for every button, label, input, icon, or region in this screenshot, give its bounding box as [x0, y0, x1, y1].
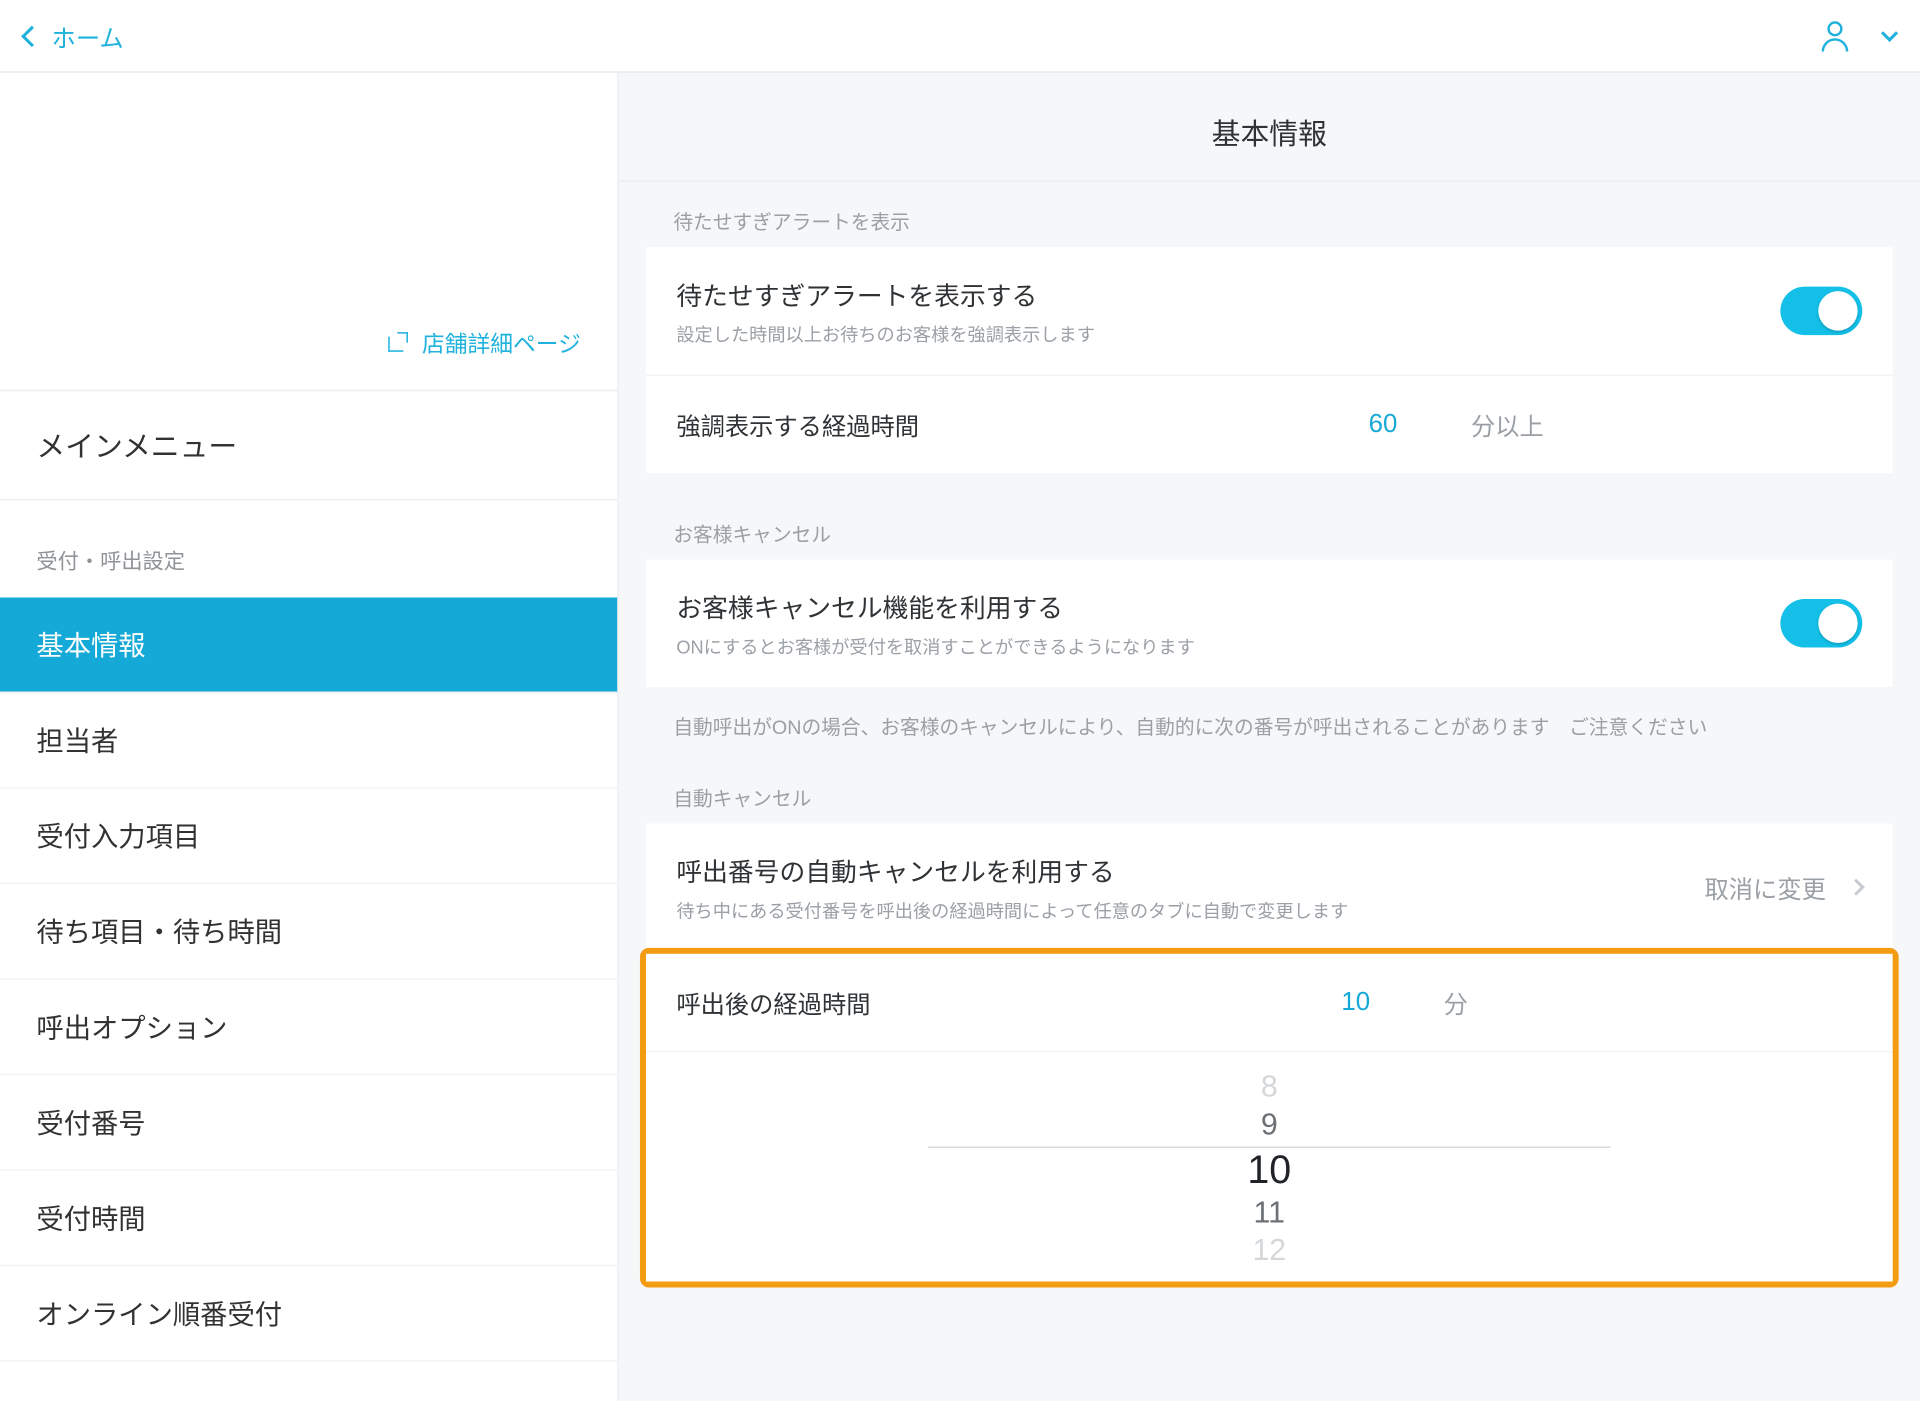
alert-time-label: 強調表示する経過時間 — [676, 406, 919, 442]
auto-cancel-card: 呼出番号の自動キャンセルを利用する 待ち中にある受付番号を呼出後の経過時間によっ… — [646, 823, 1893, 950]
sidebar-item-call-options[interactable]: 呼出オプション — [0, 980, 617, 1076]
time-picker[interactable]: 8 9 10 11 12 — [646, 1052, 1893, 1281]
cancel-toggle-sub: ONにするとお客様が受付を取消すことができるようになります — [676, 634, 1780, 660]
picker-option[interactable]: 9 — [1261, 1109, 1278, 1144]
picker-option[interactable]: 12 — [1252, 1234, 1286, 1269]
chevron-right-icon — [1848, 879, 1865, 896]
chevron-left-icon — [21, 25, 42, 46]
picker-option-selected[interactable]: 10 — [1247, 1146, 1291, 1193]
chevron-down-icon[interactable] — [1881, 24, 1898, 41]
alert-time-unit: 分以上 — [1471, 406, 1544, 442]
customer-cancel-toggle[interactable] — [1780, 599, 1862, 648]
alert-card: 待たせすぎアラートを表示する 設定した時間以上お待ちのお客様を強調表示します 強… — [646, 247, 1893, 473]
elapsed-time-label: 呼出後の経過時間 — [676, 984, 870, 1020]
auto-cancel-header: 自動キャンセル — [619, 749, 1920, 823]
alert-time-value[interactable]: 60 — [1341, 409, 1426, 439]
page-title: 基本情報 — [619, 73, 1920, 182]
alert-toggle-sub: 設定した時間以上お待ちのお客様を強調表示します — [676, 321, 1780, 347]
sidebar-item-reception-number[interactable]: 受付番号 — [0, 1075, 617, 1171]
auto-cancel-mode-select[interactable]: 取消に変更 — [1705, 869, 1863, 905]
picker-option[interactable]: 11 — [1254, 1197, 1285, 1232]
picker-option[interactable]: 8 — [1261, 1071, 1278, 1106]
alert-toggle-title: 待たせすぎアラートを表示する — [676, 274, 1780, 312]
elapsed-time-unit: 分 — [1444, 984, 1468, 1020]
customer-cancel-card: お客様キャンセル機能を利用する ONにするとお客様が受付を取消すことができるよう… — [646, 560, 1893, 687]
store-detail-link[interactable]: 店舗詳細ページ — [0, 309, 617, 391]
sidebar-item-staff[interactable]: 担当者 — [0, 693, 617, 789]
sidebar-item-wait-items[interactable]: 待ち項目・待ち時間 — [0, 884, 617, 980]
cancel-toggle-title: お客様キャンセル機能を利用する — [676, 587, 1780, 625]
sidebar-item-online-queue[interactable]: オンライン順番受付 — [0, 1266, 617, 1362]
elapsed-time-value[interactable]: 10 — [1313, 987, 1398, 1017]
external-link-icon — [388, 334, 406, 352]
auto-cancel-title: 呼出番号の自動キャンセルを利用する — [676, 851, 1704, 889]
highlighted-region: 呼出後の経過時間 10 分 8 9 10 11 — [640, 948, 1899, 1288]
alert-section-header: 待たせすぎアラートを表示 — [619, 182, 1920, 247]
sidebar-item-reception-time[interactable]: 受付時間 — [0, 1171, 617, 1267]
back-home-button[interactable]: ホーム — [24, 17, 123, 53]
sidebar-main-menu[interactable]: メインメニュー — [0, 391, 617, 500]
profile-icon[interactable] — [1820, 19, 1850, 52]
alert-toggle[interactable] — [1780, 287, 1862, 336]
cancel-section-header: お客様キャンセル — [619, 473, 1920, 559]
cancel-note: 自動呼出がONの場合、お客様のキャンセルにより、自動的に次の番号が呼出されること… — [619, 687, 1920, 749]
sidebar: 店舗詳細ページ メインメニュー 受付・呼出設定 基本情報 担当者 受付入力項目 … — [0, 73, 619, 1401]
auto-cancel-sub: 待ち中にある受付番号を呼出後の経過時間によって任意のタブに自動で変更します — [676, 898, 1704, 924]
home-label: ホーム — [52, 17, 124, 53]
content: 基本情報 待たせすぎアラートを表示 待たせすぎアラートを表示する 設定した時間以… — [619, 73, 1920, 1401]
topbar: ホーム — [0, 0, 1920, 73]
sidebar-section-label: 受付・呼出設定 — [0, 500, 617, 597]
sidebar-item-basic-info[interactable]: 基本情報 — [0, 598, 617, 694]
sidebar-item-reception-fields[interactable]: 受付入力項目 — [0, 789, 617, 885]
